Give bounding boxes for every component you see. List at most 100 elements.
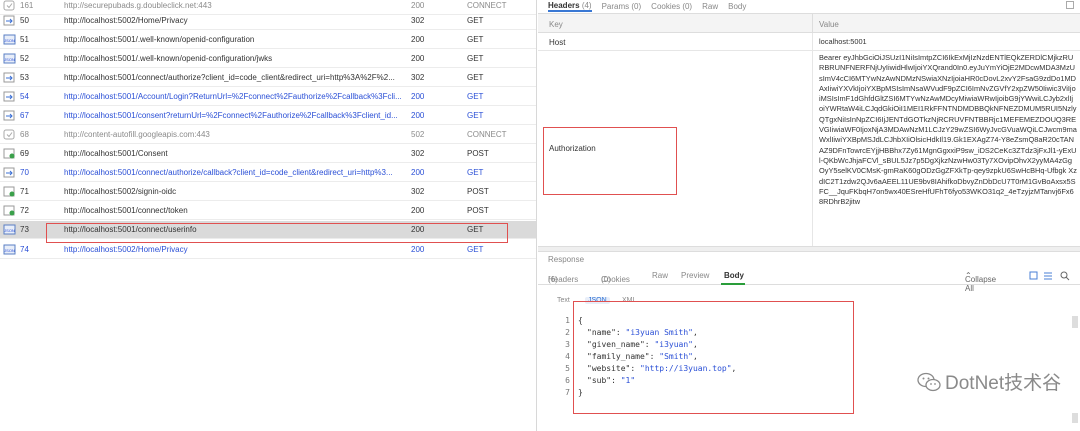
json-file-icon: JSON <box>3 244 16 255</box>
request-status: 200 <box>411 111 425 120</box>
document-icon <box>3 148 15 159</box>
request-tabs: Headers (4) Params (0) Cookies (0) Raw B… <box>538 0 1080 12</box>
request-row[interactable]: 70 http://localhost:5001/connect/authoriz… <box>0 164 536 182</box>
request-url: http://localhost:5002/Home/Privacy <box>64 16 188 25</box>
key-column-header: Key <box>549 20 563 29</box>
request-list: 161 http://securepubads.g.doubleclick.net… <box>0 0 537 431</box>
headers-table-header: Key Value <box>538 13 1080 34</box>
request-status: 200 <box>411 54 425 63</box>
app: { "requests": [ {"id":"161","url":"http:… <box>0 0 1080 431</box>
request-row[interactable]: JSON 51 http://localhost:5001/.well-known/… <box>0 31 536 49</box>
request-id: 70 <box>20 168 29 177</box>
request-id: 71 <box>20 187 29 196</box>
copy-icon[interactable] <box>1066 1 1074 9</box>
tab-raw[interactable]: Raw <box>702 2 718 11</box>
line-number: 5 <box>565 364 570 373</box>
request-method: POST <box>467 206 489 215</box>
request-url: http://localhost:5001/connect/token <box>64 206 188 215</box>
request-method: POST <box>467 187 489 196</box>
svg-text:JSON: JSON <box>4 228 15 233</box>
authorization-highlight-box <box>543 127 677 195</box>
tab-body[interactable]: Body <box>728 2 746 11</box>
request-url: http://localhost:5001/connect/authorize/… <box>64 168 393 177</box>
json-file-icon: JSON <box>3 224 16 235</box>
pane-splitter[interactable] <box>538 246 1080 252</box>
tunnel-icon <box>3 0 15 11</box>
request-row[interactable]: 53 http://localhost:5001/connect/authoriz… <box>0 69 536 87</box>
watermark: DotNet技术谷 <box>917 368 1061 395</box>
request-url: http://localhost:5001/.well-known/openid… <box>64 54 273 63</box>
svg-text:JSON: JSON <box>4 248 15 253</box>
request-status: 200 <box>411 1 425 10</box>
tab-cookies[interactable]: Cookies (0) <box>651 2 692 11</box>
request-method: GET <box>467 111 484 120</box>
request-id: 161 <box>20 1 34 10</box>
request-row[interactable]: JSON 74 http://localhost:5002/Home/Privacy… <box>0 241 536 259</box>
request-method: GET <box>467 35 484 44</box>
request-method: GET <box>467 54 484 63</box>
request-url: http://localhost:5001/Account/Login?Retu… <box>64 92 402 101</box>
scrollbar-thumb-bottom[interactable] <box>1072 413 1078 423</box>
request-url: http://localhost:5001/Consent <box>64 149 168 158</box>
request-method: CONNECT <box>467 130 507 139</box>
request-status: 302 <box>411 187 425 196</box>
request-method: GET <box>467 168 484 177</box>
line-number: 1 <box>565 316 570 325</box>
request-row[interactable]: 68 http://content-autofill.googleapis.com… <box>0 126 536 144</box>
request-method: GET <box>467 245 484 254</box>
request-id: 72 <box>20 206 29 215</box>
value-column-header: Value <box>819 20 839 29</box>
request-id: 68 <box>20 130 29 139</box>
header-key: Host <box>549 38 566 47</box>
request-id: 73 <box>20 225 29 234</box>
request-id: 67 <box>20 111 29 120</box>
request-status: 200 <box>411 35 425 44</box>
header-value-token: Bearer eyJhbGciOiJSUzI1NiIsImtpZCI6IkExM… <box>819 53 1077 207</box>
request-url: http://localhost:5002/Home/Privacy <box>64 245 188 254</box>
request-url: http://localhost:5001/consent?returnUrl=… <box>64 111 398 120</box>
request-status: 200 <box>411 168 425 177</box>
request-row[interactable]: 67 http://localhost:5001/consent?returnUr… <box>0 107 536 125</box>
line-number: 2 <box>565 328 570 337</box>
request-url: http://localhost:5001/.well-known/openid… <box>64 35 255 44</box>
document-icon <box>3 186 15 197</box>
request-url: http://localhost:5002/signin-oidc <box>64 187 177 196</box>
request-id: 69 <box>20 149 29 158</box>
request-status: 302 <box>411 149 425 158</box>
request-status: 302 <box>411 16 425 25</box>
line-number: 4 <box>565 352 570 361</box>
document-icon <box>3 72 15 83</box>
tunnel-icon <box>3 129 15 140</box>
line-number: 3 <box>565 340 570 349</box>
line-number: 6 <box>565 376 570 385</box>
request-row[interactable]: 72 http://localhost:5001/connect/token 200… <box>0 202 536 220</box>
request-method: POST <box>467 149 489 158</box>
request-method: GET <box>467 73 484 82</box>
json-highlight-box <box>573 301 854 414</box>
svg-text:JSON: JSON <box>4 38 15 43</box>
wechat-icon <box>917 372 941 391</box>
tab-headers[interactable]: Headers (4) <box>548 1 592 12</box>
document-icon <box>3 167 15 178</box>
request-method: GET <box>467 92 484 101</box>
request-row[interactable]: 54 http://localhost:5001/Account/Login?Re… <box>0 88 536 106</box>
request-id: 50 <box>20 16 29 25</box>
request-row[interactable]: JSON 52 http://localhost:5001/.well-known/… <box>0 50 536 68</box>
scrollbar-thumb-top[interactable] <box>1072 316 1078 328</box>
userinfo-highlight-box <box>46 223 508 243</box>
watermark-text: DotNet技术谷 <box>945 373 1062 394</box>
request-id: 51 <box>20 35 29 44</box>
document-icon <box>3 205 15 216</box>
request-method: CONNECT <box>467 1 507 10</box>
request-row[interactable]: 71 http://localhost:5002/signin-oidc 302 PO… <box>0 183 536 201</box>
request-url: http://securepubads.g.doubleclick.net:44… <box>64 1 212 10</box>
request-url: http://localhost:5001/connect/authorize?… <box>64 73 395 82</box>
request-id: 54 <box>20 92 29 101</box>
header-row-host[interactable]: Host localhost:5001 <box>538 33 1080 51</box>
request-row[interactable]: 69 http://localhost:5001/Consent 302 POST <box>0 145 536 163</box>
header-value: localhost:5001 <box>819 37 867 46</box>
svg-text:JSON: JSON <box>4 57 15 62</box>
tab-params[interactable]: Params (0) <box>602 2 642 11</box>
request-row[interactable]: 50 http://localhost:5002/Home/Privacy 302 G… <box>0 12 536 30</box>
request-status: 200 <box>411 245 425 254</box>
